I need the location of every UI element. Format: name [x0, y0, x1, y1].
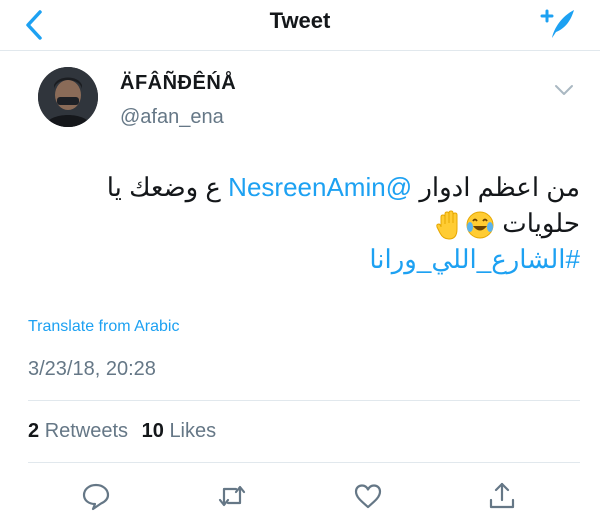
tweet-timestamp: 3/23/18, 20:28	[28, 358, 156, 380]
tweet-text: من اعظم ادوار @NesreenAmin ع وضعك يا حلو…	[20, 170, 580, 278]
translate-link[interactable]: Translate from Arabic	[28, 318, 179, 336]
tears-of-joy-emoji-icon	[466, 211, 494, 239]
retweets-count: 2	[28, 420, 40, 442]
tweet-text-part: من اعظم ادوار	[412, 172, 580, 202]
raised-hand-emoji-icon	[436, 210, 458, 240]
tweet-line-2: حلويات	[20, 206, 580, 242]
retweets-label: Retweets	[44, 420, 129, 442]
likes-label: Likes	[169, 420, 217, 442]
tweet-line-3: #الشارع_اللي_ورانا	[20, 242, 580, 278]
mention-link[interactable]: @NesreenAmin	[228, 172, 412, 202]
top-nav-bar: Tweet	[0, 0, 600, 51]
page-title: Tweet	[269, 8, 331, 33]
reply-icon[interactable]	[80, 480, 112, 512]
tweet-text-part: ع وضعك يا	[106, 172, 229, 202]
author-name[interactable]: ÄFÂÑÐÊŃÅ	[120, 72, 236, 95]
divider	[28, 400, 580, 401]
retweets-stat[interactable]: 2 Retweets	[28, 420, 128, 442]
author-handle[interactable]: @afan_ena	[120, 106, 224, 129]
tweet-actions-bar	[0, 476, 600, 516]
engagement-stats: 2 Retweets 10 Likes	[28, 420, 224, 443]
like-icon[interactable]	[352, 480, 384, 512]
tweet-line-1: من اعظم ادوار @NesreenAmin ع وضعك يا	[20, 170, 580, 206]
compose-tweet-icon[interactable]	[538, 6, 578, 42]
likes-stat[interactable]: 10 Likes	[142, 420, 217, 442]
avatar-image	[38, 67, 98, 127]
likes-count: 10	[141, 420, 164, 442]
share-icon[interactable]	[486, 480, 518, 512]
caret-down-icon[interactable]	[552, 82, 576, 98]
retweet-icon[interactable]	[216, 480, 248, 512]
tweet-text-part: حلويات	[495, 208, 580, 238]
avatar[interactable]	[38, 67, 98, 127]
hashtag-link[interactable]: #الشارع_اللي_ورانا	[369, 244, 580, 274]
divider	[28, 462, 580, 463]
